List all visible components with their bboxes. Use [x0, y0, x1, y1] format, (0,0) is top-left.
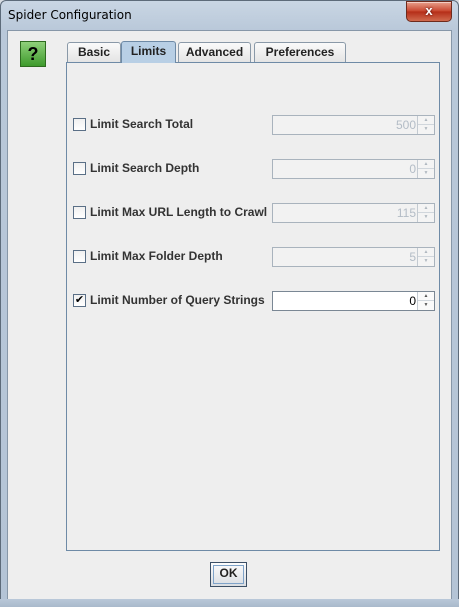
limit-query-strings-spinner[interactable]: 0 ▲ ▼	[272, 291, 435, 311]
tab-advanced[interactable]: Advanced	[178, 42, 251, 62]
tab-preferences[interactable]: Preferences	[254, 42, 346, 62]
limit-query-strings-label: Limit Number of Query Strings	[90, 293, 265, 307]
limit-max-url-length-checkbox[interactable]	[73, 206, 86, 219]
spinner-buttons: ▲ ▼	[417, 248, 434, 266]
close-button[interactable]: x	[406, 1, 452, 22]
title-bar[interactable]: Spider Configuration x	[0, 0, 459, 30]
spinner-buttons: ▲ ▼	[417, 160, 434, 178]
window-bottom-border	[0, 599, 459, 607]
question-mark-icon[interactable]: ?	[20, 41, 46, 67]
spinner-up-icon[interactable]: ▲	[418, 248, 434, 257]
tab-limits[interactable]: Limits	[121, 41, 176, 63]
limits-panel: Limit Search Total 500 ▲ ▼ Limit Search …	[66, 62, 440, 551]
spinner-buttons: ▲ ▼	[417, 116, 434, 134]
spinner-value: 500	[395, 118, 416, 132]
window-title: Spider Configuration	[8, 8, 132, 22]
limit-search-total-label: Limit Search Total	[90, 117, 194, 131]
spinner-value: 0	[409, 294, 416, 308]
limit-max-folder-depth-checkbox[interactable]	[73, 250, 86, 263]
spinner-down-icon[interactable]: ▼	[418, 257, 434, 266]
spinner-buttons: ▲ ▼	[417, 204, 434, 222]
ok-button[interactable]: OK	[210, 562, 247, 587]
spinner-up-icon[interactable]: ▲	[418, 204, 434, 213]
spinner-value: 5	[409, 250, 416, 264]
spinner-up-icon[interactable]: ▲	[418, 160, 434, 169]
spinner-down-icon[interactable]: ▼	[418, 213, 434, 222]
spinner-down-icon[interactable]: ▼	[418, 301, 434, 310]
limit-max-url-length-label: Limit Max URL Length to Crawl	[90, 205, 268, 219]
limit-search-depth-label: Limit Search Depth	[90, 161, 200, 175]
spinner-value: 115	[396, 206, 416, 220]
limit-max-url-length-spinner[interactable]: 115 ▲ ▼	[272, 203, 435, 223]
spinner-buttons: ▲ ▼	[417, 292, 434, 310]
limit-search-depth-checkbox[interactable]	[73, 162, 86, 175]
limit-search-total-checkbox[interactable]	[73, 118, 86, 131]
dialog-content: ? Basic Limits Advanced Preferences Limi…	[7, 30, 452, 600]
spinner-value: 0	[409, 162, 416, 176]
spinner-up-icon[interactable]: ▲	[418, 292, 434, 301]
spinner-up-icon[interactable]: ▲	[418, 116, 434, 125]
spinner-down-icon[interactable]: ▼	[418, 125, 434, 134]
limit-query-strings-checkbox[interactable]: ✔	[73, 294, 86, 307]
tab-basic[interactable]: Basic	[67, 42, 121, 62]
limit-max-folder-depth-label: Limit Max Folder Depth	[90, 249, 223, 263]
limit-max-folder-depth-spinner[interactable]: 5 ▲ ▼	[272, 247, 435, 267]
limit-search-depth-spinner[interactable]: 0 ▲ ▼	[272, 159, 435, 179]
spinner-down-icon[interactable]: ▼	[418, 169, 434, 178]
close-icon: x	[425, 3, 433, 18]
limit-search-total-spinner[interactable]: 500 ▲ ▼	[272, 115, 435, 135]
